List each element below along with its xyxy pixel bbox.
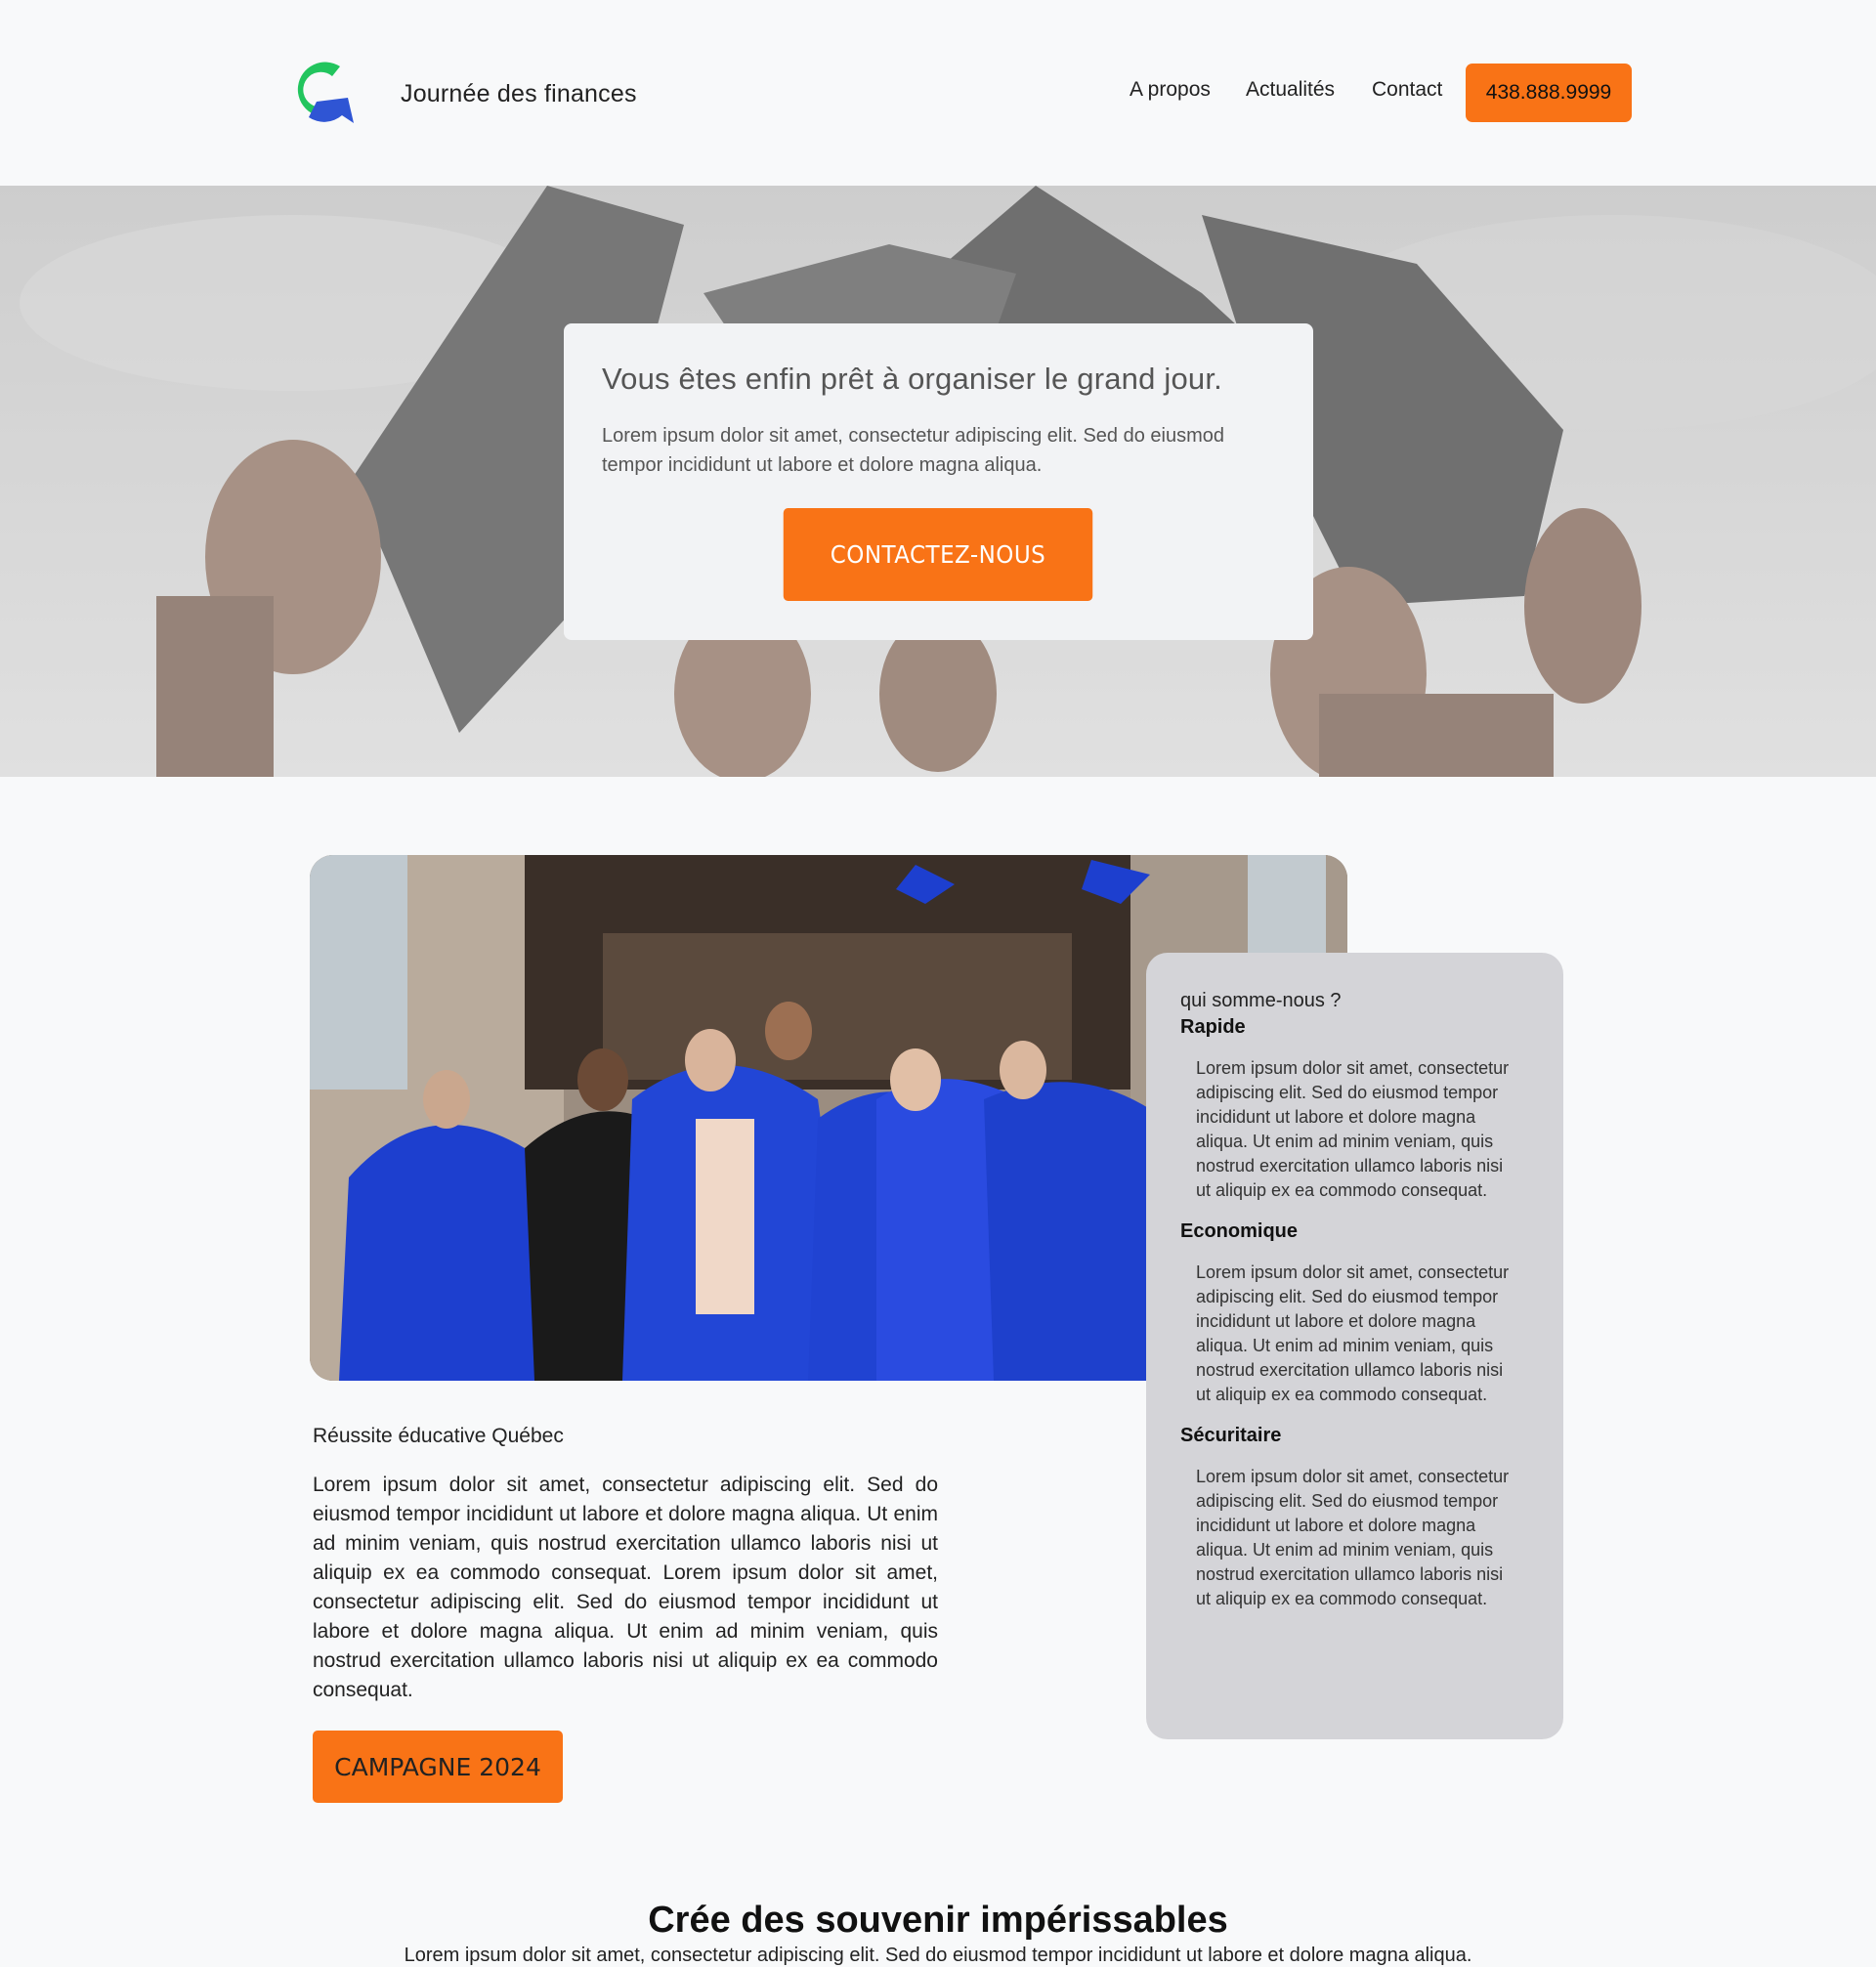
feature-text-rapide: Lorem ipsum dolor sit amet, consectetur …: [1196, 1058, 1510, 1200]
section-text: Lorem ipsum dolor sit amet, consectetur …: [313, 1474, 938, 1701]
hero-banner: Vous êtes enfin prêt à organiser le gran…: [0, 186, 1876, 777]
feature-text-economique: Lorem ipsum dolor sit amet, consectetur …: [1196, 1262, 1510, 1404]
contact-us-button[interactable]: CONTACTEZ-NOUS: [783, 508, 1093, 601]
memories-title: Crée des souvenir impérissables: [648, 1900, 1228, 1941]
site-header: Journée des finances A propos Actualités…: [0, 0, 1876, 186]
phone-button[interactable]: 438.888.9999: [1466, 64, 1632, 122]
hero-title: Vous êtes enfin prêt à organiser le gran…: [602, 362, 1222, 396]
hero-card: Vous êtes enfin prêt à organiser le gran…: [564, 323, 1313, 640]
nav-link-news[interactable]: Actualités: [1246, 78, 1335, 102]
brand-logo-icon[interactable]: [289, 59, 356, 125]
campaign-2024-button[interactable]: CAMPAGNE 2024: [313, 1731, 563, 1803]
about-intro: qui somme-nous ?: [1180, 990, 1342, 1011]
feature-title-rapide: Rapide: [1180, 1016, 1246, 1038]
memories-text: Lorem ipsum dolor sit amet, consectetur …: [404, 1945, 1472, 1966]
nav-link-about[interactable]: A propos: [1130, 78, 1211, 102]
feature-text-securitaire: Lorem ipsum dolor sit amet, consectetur …: [1196, 1467, 1510, 1608]
brand-name[interactable]: Journée des finances: [401, 80, 637, 108]
nav-link-contact[interactable]: Contact: [1372, 78, 1442, 102]
section-title: Réussite éducative Québec: [313, 1425, 564, 1447]
feature-title-economique: Economique: [1180, 1220, 1299, 1242]
feature-title-securitaire: Sécuritaire: [1180, 1425, 1282, 1446]
about-card: qui somme-nous ? Rapide Lorem ipsum dolo…: [1146, 953, 1563, 1739]
hero-text: Lorem ipsum dolor sit amet, consectetur …: [602, 425, 1224, 476]
